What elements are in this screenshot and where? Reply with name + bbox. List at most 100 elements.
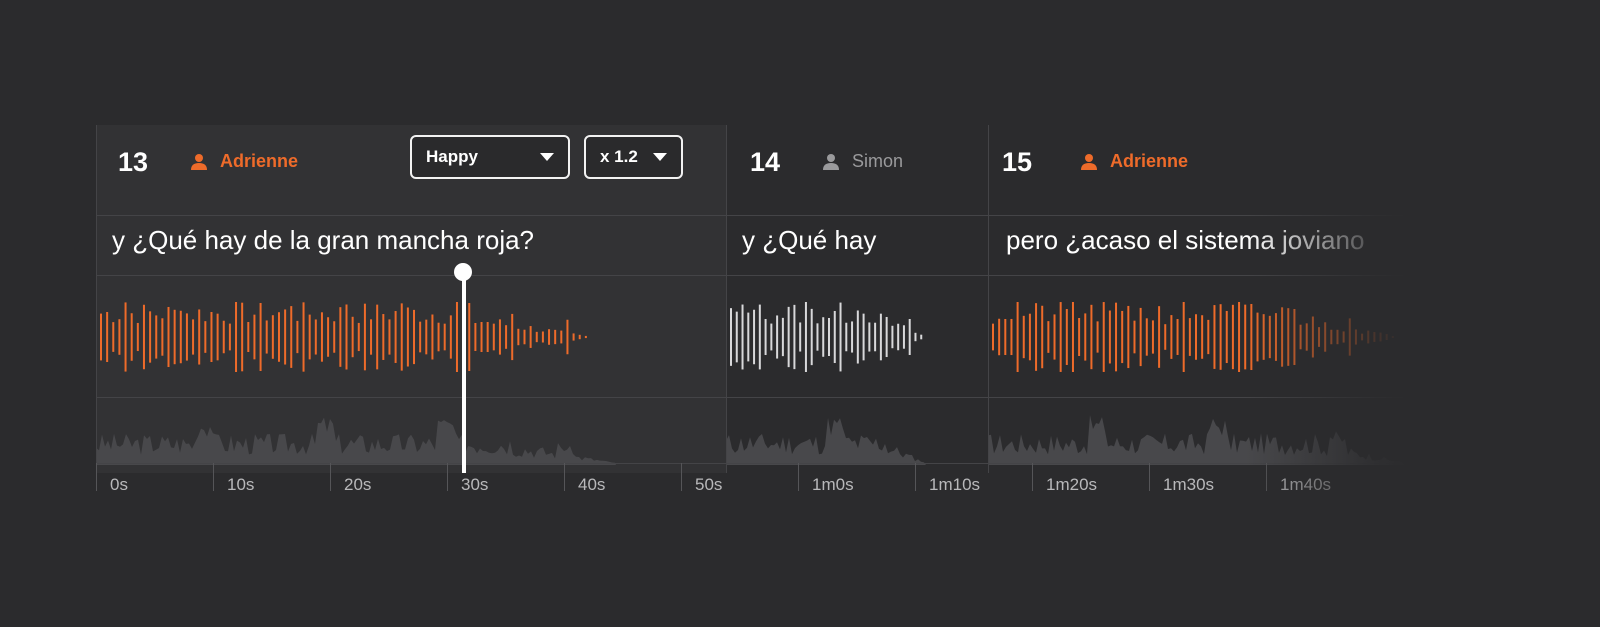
waveform-bar (998, 318, 1001, 356)
waveform-bar (1078, 318, 1081, 356)
segment-text[interactable]: y ¿Qué hay de la gran mancha roja? (112, 225, 712, 256)
waveform-bar (566, 319, 569, 355)
speaker-label[interactable]: Simon (822, 151, 903, 172)
waveform[interactable] (726, 275, 988, 395)
waveform-bar (741, 304, 744, 370)
waveform-bar (247, 322, 250, 352)
segment-text[interactable]: y ¿Qué hay (742, 225, 982, 256)
waveform-bar (265, 320, 268, 354)
waveform-bar (529, 326, 532, 348)
waveform-bar (1151, 320, 1154, 354)
waveform-bar (425, 319, 428, 355)
timeline-tick (1266, 463, 1267, 491)
segment-header: 14 Simon (726, 125, 988, 217)
speaker-label[interactable]: Adrienne (1080, 151, 1188, 172)
waveform-bar (1342, 331, 1345, 343)
waveform[interactable] (988, 275, 1406, 395)
timeline-label: 10s (227, 475, 255, 494)
segment-text[interactable]: pero ¿acaso el sistema joviano (1006, 225, 1406, 256)
waveform-bar (314, 319, 317, 355)
waveform-bar (259, 303, 262, 371)
waveform-bar (1108, 310, 1111, 364)
timeline-tick (1149, 463, 1150, 491)
waveform-bar (908, 318, 911, 356)
speed-dropdown[interactable]: x 1.2 (584, 135, 683, 179)
waveform-bar (492, 323, 495, 351)
waveform-bar (167, 306, 170, 368)
timeline-tick (447, 463, 448, 491)
waveform-bar (382, 314, 385, 360)
timeline-tick (798, 463, 799, 491)
emotion-dropdown[interactable]: Happy (410, 135, 570, 179)
playhead-handle[interactable] (454, 263, 472, 281)
waveform-bar (1102, 302, 1105, 372)
timeline-label: 1m40s (1280, 475, 1332, 494)
waveform-bar (468, 303, 471, 371)
waveform-bar (1311, 316, 1314, 358)
waveform-bar (376, 304, 379, 370)
waveform-bar (161, 318, 164, 356)
waveform-bar (1071, 302, 1074, 372)
waveform-bar (437, 322, 440, 352)
waveform-bar (296, 320, 299, 354)
waveform-bar (1016, 302, 1019, 372)
waveform-bar (333, 321, 336, 353)
waveform-bar (897, 323, 900, 351)
waveform-bar (1028, 313, 1031, 361)
energy-graph (96, 397, 726, 465)
waveform-bar (753, 309, 756, 365)
waveform-bar (449, 315, 452, 359)
segment-15[interactable]: 15 Adrienne pero ¿acaso el sistema jovia… (988, 125, 1406, 473)
waveform-bar (799, 322, 802, 352)
waveform-bar (511, 313, 514, 361)
playhead[interactable] (462, 273, 466, 473)
waveform-bar (290, 306, 293, 368)
waveform-bar (1145, 318, 1148, 356)
waveform-bar (1225, 310, 1228, 364)
segment-header: 13 Adrienne Happy x 1.2 (96, 125, 726, 217)
waveform-bar (400, 303, 403, 371)
divider (96, 215, 1406, 216)
waveform-bar (572, 333, 575, 341)
waveform[interactable] (96, 275, 726, 395)
person-icon (823, 153, 839, 170)
waveform-bar (486, 322, 489, 352)
waveform-bar (747, 312, 750, 362)
waveform-bar (1139, 307, 1142, 367)
speaker-name: Adrienne (220, 151, 299, 171)
waveform-bar (822, 317, 825, 357)
waveform-bar (535, 331, 538, 343)
waveform-bar (1367, 330, 1370, 344)
divider (96, 275, 1406, 276)
waveform-bar (523, 329, 526, 345)
waveform-bar (1090, 304, 1093, 370)
energy-area (96, 417, 616, 465)
waveform-bar (455, 302, 458, 372)
waveform-bar (345, 304, 348, 370)
segment-13[interactable]: 13 Adrienne Happy x 1.2 y ¿Qué hay de la… (96, 125, 726, 473)
waveform-bar (868, 322, 871, 352)
segment-header: 15 Adrienne (988, 125, 1406, 217)
speaker-label[interactable]: Adrienne (190, 151, 298, 172)
waveform-bar (155, 315, 158, 359)
waveform-bar (370, 319, 373, 355)
waveform-bar (554, 329, 557, 345)
waveform-bar (833, 310, 836, 364)
timeline-ruler[interactable]: 0s 10s 20s 30s 40s 50s 1m0s 1m10s 1m20s 1m30s 1m40… (96, 463, 1406, 505)
waveform-bar (810, 308, 813, 366)
waveform-bar (793, 304, 796, 370)
waveform-bar (1219, 304, 1222, 370)
waveform-bar (443, 323, 446, 351)
waveform-bar (241, 302, 244, 372)
transcript-editor: 13 Adrienne Happy x 1.2 y ¿Qué hay de la… (96, 125, 1406, 505)
waveform-bar (136, 322, 139, 352)
timeline-tick (213, 463, 214, 491)
waveform-bar (770, 323, 773, 351)
waveform-bar (228, 323, 231, 351)
person-icon (1081, 153, 1097, 170)
waveform-bar (100, 313, 102, 361)
waveform-bar (879, 313, 882, 361)
waveform-bar (1391, 336, 1394, 338)
timeline-label: 1m20s (1046, 475, 1098, 494)
segment-14[interactable]: 14 Simon y ¿Qué hay (726, 125, 988, 473)
